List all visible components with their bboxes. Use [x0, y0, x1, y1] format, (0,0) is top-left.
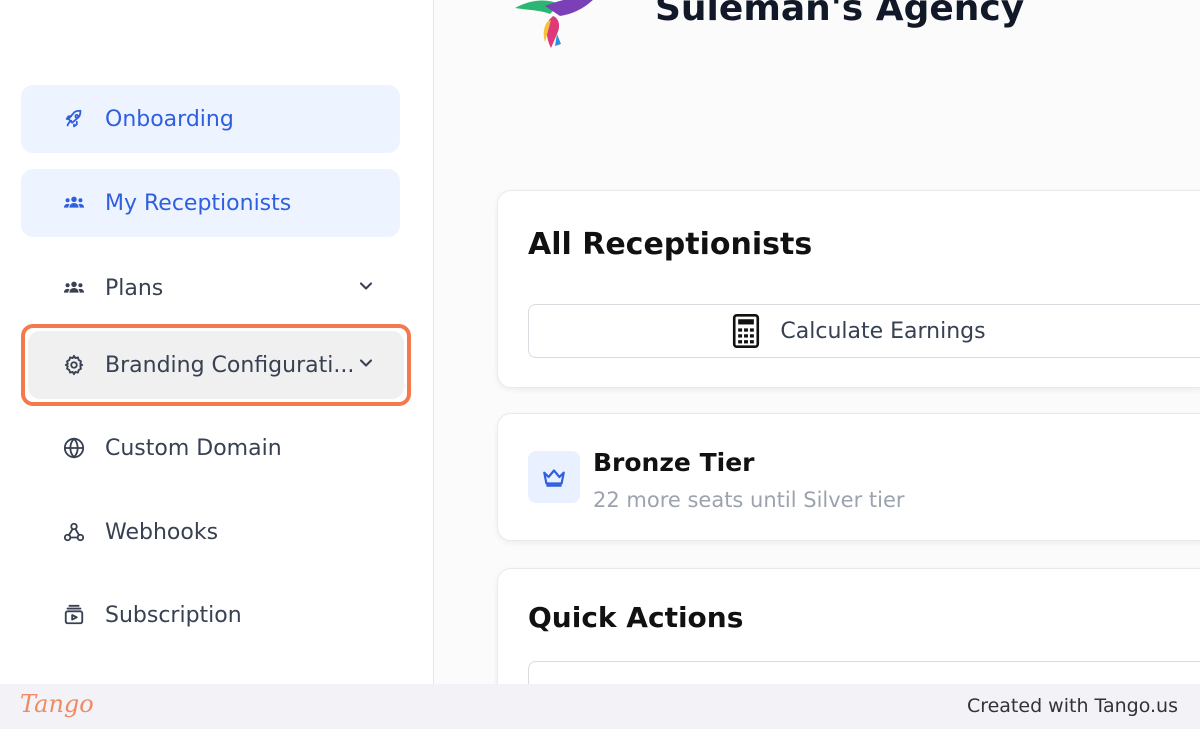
globe-icon	[63, 437, 85, 459]
sidebar-item-onboarding[interactable]: Onboarding	[21, 85, 400, 153]
sidebar-item-webhooks[interactable]: Webhooks	[21, 498, 400, 566]
sidebar-item-label: Custom Domain	[105, 435, 282, 461]
sidebar-item-custom-domain[interactable]: Custom Domain	[21, 414, 400, 482]
agency-name: Suleman's Agency	[655, 0, 1025, 29]
tier-subtitle: 22 more seats until Silver tier	[593, 488, 905, 512]
subscription-icon	[63, 604, 85, 626]
sidebar-item-subscription[interactable]: Subscription	[21, 581, 400, 649]
created-with-tango[interactable]: Created with Tango.us	[967, 695, 1178, 717]
crown-icon	[528, 451, 580, 503]
receptionists-title: All Receptionists	[528, 227, 813, 262]
sidebar-item-label: Subscription	[105, 602, 242, 628]
sidebar-item-label: Webhooks	[105, 519, 219, 545]
calculator-icon	[733, 314, 760, 348]
users-icon	[63, 192, 85, 214]
app-frame: Onboarding My Receptionists Plans Brandi…	[0, 0, 1200, 684]
step-highlight-ring	[21, 324, 411, 406]
receptionists-card: All Receptionists Calculate Earnings	[497, 190, 1200, 388]
quick-action-item[interactable]	[528, 661, 1200, 684]
quick-actions-card: Quick Actions	[497, 568, 1200, 684]
sidebar-item-my-receptionists[interactable]: My Receptionists	[21, 169, 400, 237]
webhook-icon	[63, 521, 85, 543]
sidebar-item-plans[interactable]: Plans	[21, 254, 400, 322]
sidebar-item-label: Plans	[105, 275, 164, 301]
tier-title: Bronze Tier	[593, 448, 755, 477]
quick-actions-title: Quick Actions	[528, 601, 744, 634]
rocket-icon	[63, 108, 85, 130]
tier-card: Bronze Tier 22 more seats until Silver t…	[497, 413, 1200, 541]
calculate-earnings-label: Calculate Earnings	[780, 318, 986, 344]
calculate-earnings-button[interactable]: Calculate Earnings	[528, 304, 1200, 358]
sidebar: Onboarding My Receptionists Plans Brandi…	[0, 0, 434, 684]
users-icon	[63, 277, 85, 299]
tango-logo[interactable]: Tango	[20, 690, 94, 718]
sidebar-item-label: Onboarding	[105, 106, 234, 132]
sidebar-item-label: My Receptionists	[105, 190, 292, 216]
tango-footer: Tango Created with Tango.us	[0, 684, 1200, 729]
chevron-down-icon[interactable]	[356, 276, 376, 296]
agency-logo	[515, 0, 593, 48]
main-content: Suleman's Agency All Receptionists Calcu…	[435, 0, 1200, 684]
